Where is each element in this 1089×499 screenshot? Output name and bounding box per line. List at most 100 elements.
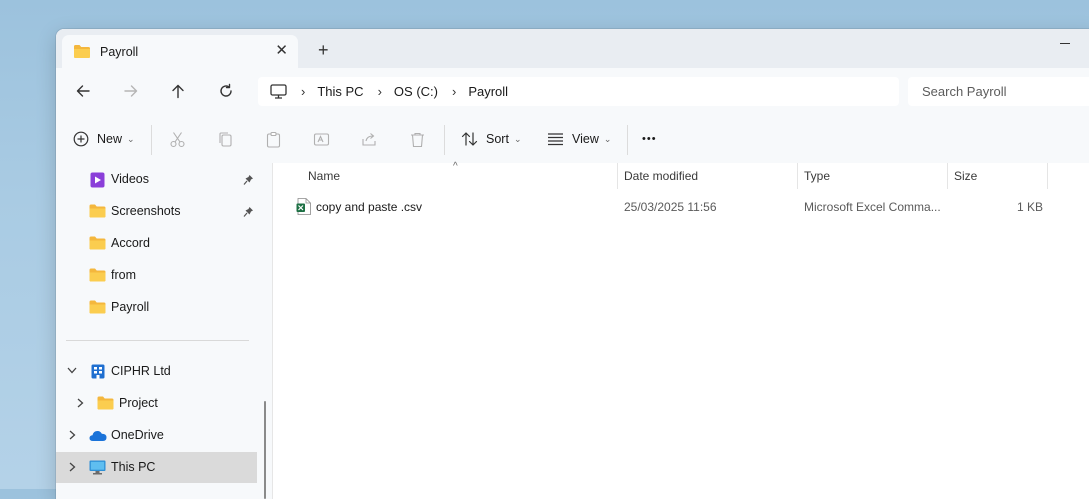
sidebar-item-this-pc[interactable]: This PC <box>56 452 257 483</box>
sidebar-item-label: from <box>111 268 136 282</box>
sidebar-item-project[interactable]: Project <box>56 388 257 419</box>
minimize-button[interactable] <box>1060 43 1070 44</box>
folder-icon <box>89 300 106 314</box>
new-label: New <box>97 132 123 146</box>
this-pc-icon <box>89 460 106 475</box>
column-header-name[interactable]: Name <box>308 163 340 189</box>
forward-arrow-icon <box>124 85 138 97</box>
view-list-icon <box>548 133 563 146</box>
copy-button[interactable] <box>217 128 234 150</box>
folder-icon <box>97 396 114 410</box>
sidebar-item-payroll[interactable]: Payroll <box>56 292 257 323</box>
file-list: ^ Name Date modified Type Size copy and … <box>272 161 1089 499</box>
toolbar-divider <box>151 125 152 155</box>
sidebar-item-videos[interactable]: Videos <box>56 164 257 195</box>
breadcrumb-separator[interactable]: › <box>301 84 305 99</box>
sidebar-divider <box>66 340 249 341</box>
sidebar-item-label: Videos <box>111 172 149 186</box>
column-header-date-modified[interactable]: Date modified <box>624 163 698 189</box>
file-type: Microsoft Excel Comma... <box>804 200 941 214</box>
up-button[interactable] <box>168 81 188 101</box>
sort-label: Sort <box>486 132 509 146</box>
sidebar-item-label: Payroll <box>111 300 150 314</box>
sidebar-item-from[interactable]: from <box>56 260 257 291</box>
sidebar-scrollbar-thumb[interactable] <box>264 401 266 499</box>
sort-icon <box>461 132 478 146</box>
sidebar-item-label: Project <box>119 396 158 410</box>
forward-button[interactable] <box>121 81 141 101</box>
title-bar: Payroll ✕ + <box>56 29 1089 68</box>
folder-icon <box>89 236 106 250</box>
share-icon <box>362 132 376 146</box>
command-bar: New ⌄ Sort ⌄ View ⌄ ••• <box>56 115 1089 164</box>
sidebar-item-label: Accord <box>111 236 150 250</box>
column-header-label: Type <box>804 169 831 183</box>
more-options-button[interactable]: ••• <box>642 128 657 150</box>
chevron-down-icon: ⌄ <box>127 133 135 144</box>
search-input[interactable]: Search Payroll <box>922 84 1007 99</box>
breadcrumb-this-pc[interactable]: This PC <box>317 84 363 99</box>
organization-icon <box>91 364 105 379</box>
view-button[interactable]: View ⌄ <box>547 128 611 150</box>
breadcrumb-separator[interactable]: › <box>378 84 382 99</box>
column-divider[interactable] <box>617 163 618 189</box>
pin-icon <box>243 207 253 217</box>
column-divider[interactable] <box>947 163 948 189</box>
file-date-modified: 25/03/2025 11:56 <box>624 200 717 214</box>
toolbar-divider <box>444 125 445 155</box>
file-explorer-window: Payroll ✕ + › This PC › OS (C:) › Payrol… <box>56 29 1089 499</box>
chevron-down-icon[interactable] <box>67 367 77 374</box>
excel-csv-icon <box>296 198 311 215</box>
sidebar-item-ciphr-ltd[interactable]: CIPHR Ltd <box>56 356 257 387</box>
paste-icon <box>266 131 281 148</box>
sort-ascending-icon: ^ <box>453 161 458 172</box>
paste-button[interactable] <box>265 128 282 150</box>
cut-button[interactable] <box>169 128 186 150</box>
file-size: 1 KB <box>1017 200 1044 214</box>
close-tab-icon[interactable]: ✕ <box>275 43 288 58</box>
new-button[interactable]: New ⌄ <box>73 128 135 150</box>
column-divider[interactable] <box>1047 163 1048 189</box>
copy-icon <box>219 131 232 147</box>
refresh-button[interactable] <box>216 81 236 101</box>
breadcrumb-payroll[interactable]: Payroll <box>468 84 508 99</box>
refresh-icon <box>220 83 232 97</box>
chevron-right-icon[interactable] <box>77 398 84 408</box>
column-header-type[interactable]: Type <box>804 163 830 189</box>
add-circle-icon <box>73 131 89 147</box>
folder-icon <box>89 268 106 282</box>
column-divider[interactable] <box>797 163 798 189</box>
sidebar-item-onedrive[interactable]: OneDrive <box>56 420 257 451</box>
column-header-size[interactable]: Size <box>954 163 977 189</box>
delete-button[interactable] <box>409 128 426 150</box>
breadcrumb-os-c[interactable]: OS (C:) <box>394 84 438 99</box>
tab-title: Payroll <box>100 44 139 59</box>
sidebar-item-screenshots[interactable]: Screenshots <box>56 196 257 227</box>
file-name[interactable]: copy and paste .csv <box>316 200 422 214</box>
sidebar-item-label: OneDrive <box>111 428 164 442</box>
rename-button[interactable] <box>313 128 330 150</box>
pin-icon <box>243 175 253 185</box>
chevron-right-icon[interactable] <box>69 430 76 440</box>
chevron-down-icon: ⌄ <box>603 133 612 144</box>
onedrive-icon <box>89 431 107 441</box>
sidebar-item-accord[interactable]: Accord <box>56 228 257 259</box>
file-row[interactable]: copy and paste .csv 25/03/2025 11:56 Mic… <box>273 193 1073 221</box>
sort-button[interactable]: Sort ⌄ <box>461 128 521 150</box>
back-button[interactable] <box>73 81 93 101</box>
sidebar-item-label: Screenshots <box>111 204 181 218</box>
address-bar[interactable]: › This PC › OS (C:) › Payroll <box>258 77 899 106</box>
more-icon: ••• <box>642 133 657 145</box>
videos-folder-icon <box>90 172 105 188</box>
column-header-label: Size <box>954 169 978 183</box>
share-button[interactable] <box>361 128 378 150</box>
breadcrumb-separator[interactable]: › <box>452 84 456 99</box>
folder-icon <box>89 204 106 218</box>
search-box[interactable]: Search Payroll <box>908 77 1089 106</box>
chevron-down-icon: ⌄ <box>513 133 522 144</box>
computer-icon[interactable] <box>270 84 287 99</box>
chevron-right-icon[interactable] <box>69 462 76 472</box>
tab-payroll[interactable]: Payroll ✕ <box>62 35 298 68</box>
new-tab-button[interactable]: + <box>318 41 329 59</box>
trash-icon <box>411 132 424 147</box>
